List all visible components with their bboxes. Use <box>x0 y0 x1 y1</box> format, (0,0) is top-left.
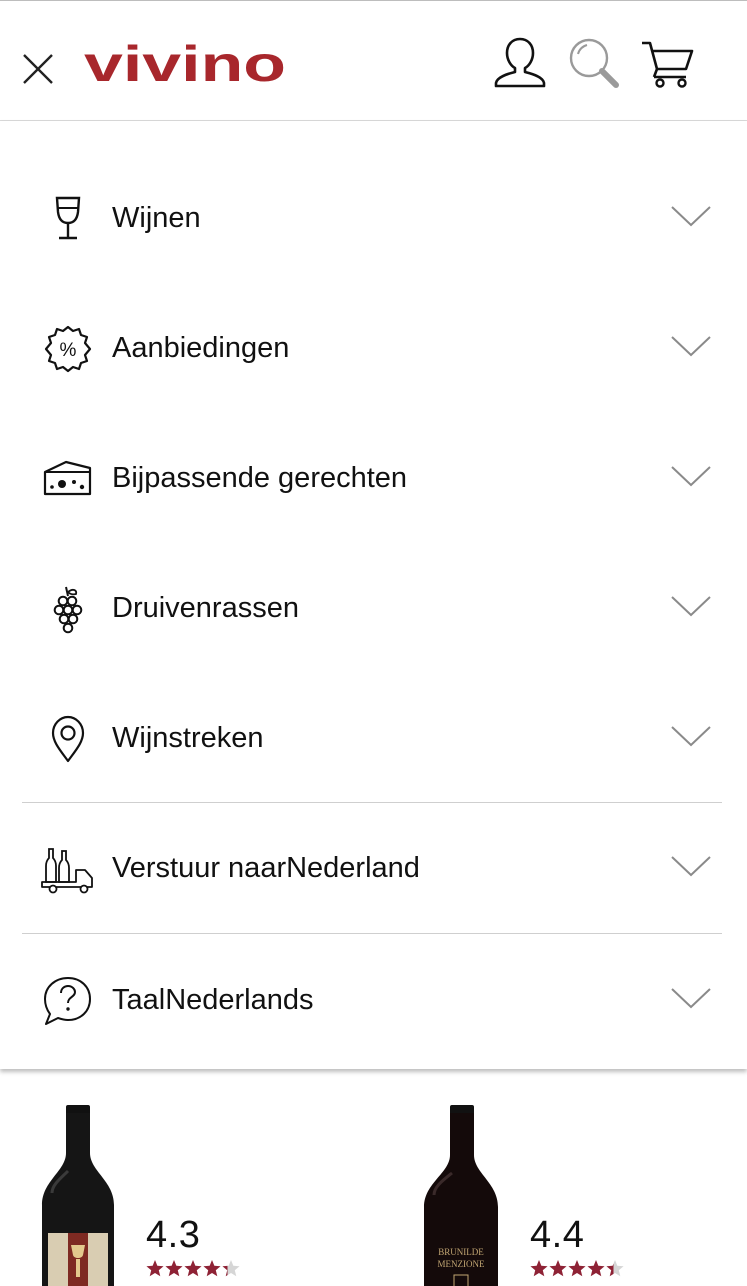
menu-item-label: Bijpassende gerechten <box>112 462 408 494</box>
menu-item-label: TaalNederlands <box>112 984 314 1016</box>
shipping-truck-icon <box>40 844 96 894</box>
grapes-icon <box>40 584 96 634</box>
menu-item-label: Wijnen <box>112 202 201 234</box>
menu-item-food-pairings[interactable]: Bijpassende gerechten <box>22 413 722 543</box>
chevron-down-icon <box>671 856 711 877</box>
wine-bottle-image: BRUNILDE MENZIONE <box>424 1105 498 1286</box>
menu-item-offers[interactable]: % Aanbiedingen <box>22 283 722 413</box>
chevron-down-icon <box>671 206 711 227</box>
logo-text: vivino <box>84 41 286 87</box>
cart-button[interactable] <box>640 35 696 91</box>
menu-item-regions[interactable]: Wijnstreken <box>22 673 722 803</box>
search-icon <box>569 38 619 88</box>
svg-text:MENZIONE: MENZIONE <box>438 1259 485 1269</box>
account-button[interactable] <box>492 35 548 91</box>
menu-item-label: Druivenrassen <box>112 592 299 624</box>
close-icon <box>23 54 53 84</box>
divider <box>22 933 722 934</box>
chevron-down-icon <box>671 336 711 357</box>
chevron-down-icon <box>671 596 711 617</box>
header: vivino <box>0 1 747 121</box>
bottle-label-text: BRUNILDE <box>438 1247 484 1257</box>
star-icon <box>568 1260 586 1277</box>
help-bubble-icon <box>40 976 96 1026</box>
star-rating <box>146 1260 240 1277</box>
cart-icon <box>642 41 694 88</box>
wine-list: 4.3 BRUNILDE MENZIONE 4.4 <box>0 1069 747 1286</box>
menu-item-label: Aanbiedingen <box>112 332 290 364</box>
discount-badge-icon: % <box>40 324 96 374</box>
user-icon <box>494 37 546 88</box>
close-menu-button[interactable] <box>18 49 58 89</box>
search-button[interactable] <box>566 35 622 91</box>
star-icon <box>587 1260 605 1277</box>
star-icon <box>549 1260 567 1277</box>
star-icon <box>146 1260 164 1277</box>
chevron-down-icon <box>671 466 711 487</box>
menu-item-label: Wijnstreken <box>112 722 264 754</box>
star-icon <box>184 1260 202 1277</box>
chevron-down-icon <box>671 988 711 1009</box>
svg-text:%: % <box>60 340 77 361</box>
star-icon <box>222 1260 240 1277</box>
page: vivino Wijnen % Aanbiedingen Bijpassende… <box>0 0 747 1286</box>
vivino-logo[interactable]: vivino <box>84 36 288 92</box>
cheese-icon <box>40 454 96 504</box>
wine-card[interactable]: BRUNILDE MENZIONE 4.4 <box>384 1069 724 1286</box>
star-icon <box>530 1260 548 1277</box>
menu-item-label: Verstuur naarNederland <box>112 852 420 884</box>
wine-rating: 4.3 <box>146 1214 201 1256</box>
menu-item-grapes[interactable]: Druivenrassen <box>22 543 722 673</box>
chevron-down-icon <box>671 726 711 747</box>
star-icon <box>606 1260 624 1277</box>
menu-item-language[interactable]: TaalNederlands <box>22 935 722 1065</box>
menu-item-ship-to[interactable]: Verstuur naarNederland <box>22 803 722 933</box>
wine-bottle-image <box>42 1105 114 1286</box>
star-icon <box>165 1260 183 1277</box>
navigation-menu: Wijnen % Aanbiedingen Bijpassende gerech… <box>0 121 747 1069</box>
location-pin-icon <box>40 714 96 764</box>
star-icon <box>203 1260 221 1277</box>
wine-card[interactable]: 4.3 <box>0 1069 340 1286</box>
wine-rating: 4.4 <box>530 1214 585 1256</box>
menu-item-wines[interactable]: Wijnen <box>22 153 722 283</box>
wine-glass-icon <box>40 194 96 244</box>
star-rating <box>530 1260 624 1277</box>
